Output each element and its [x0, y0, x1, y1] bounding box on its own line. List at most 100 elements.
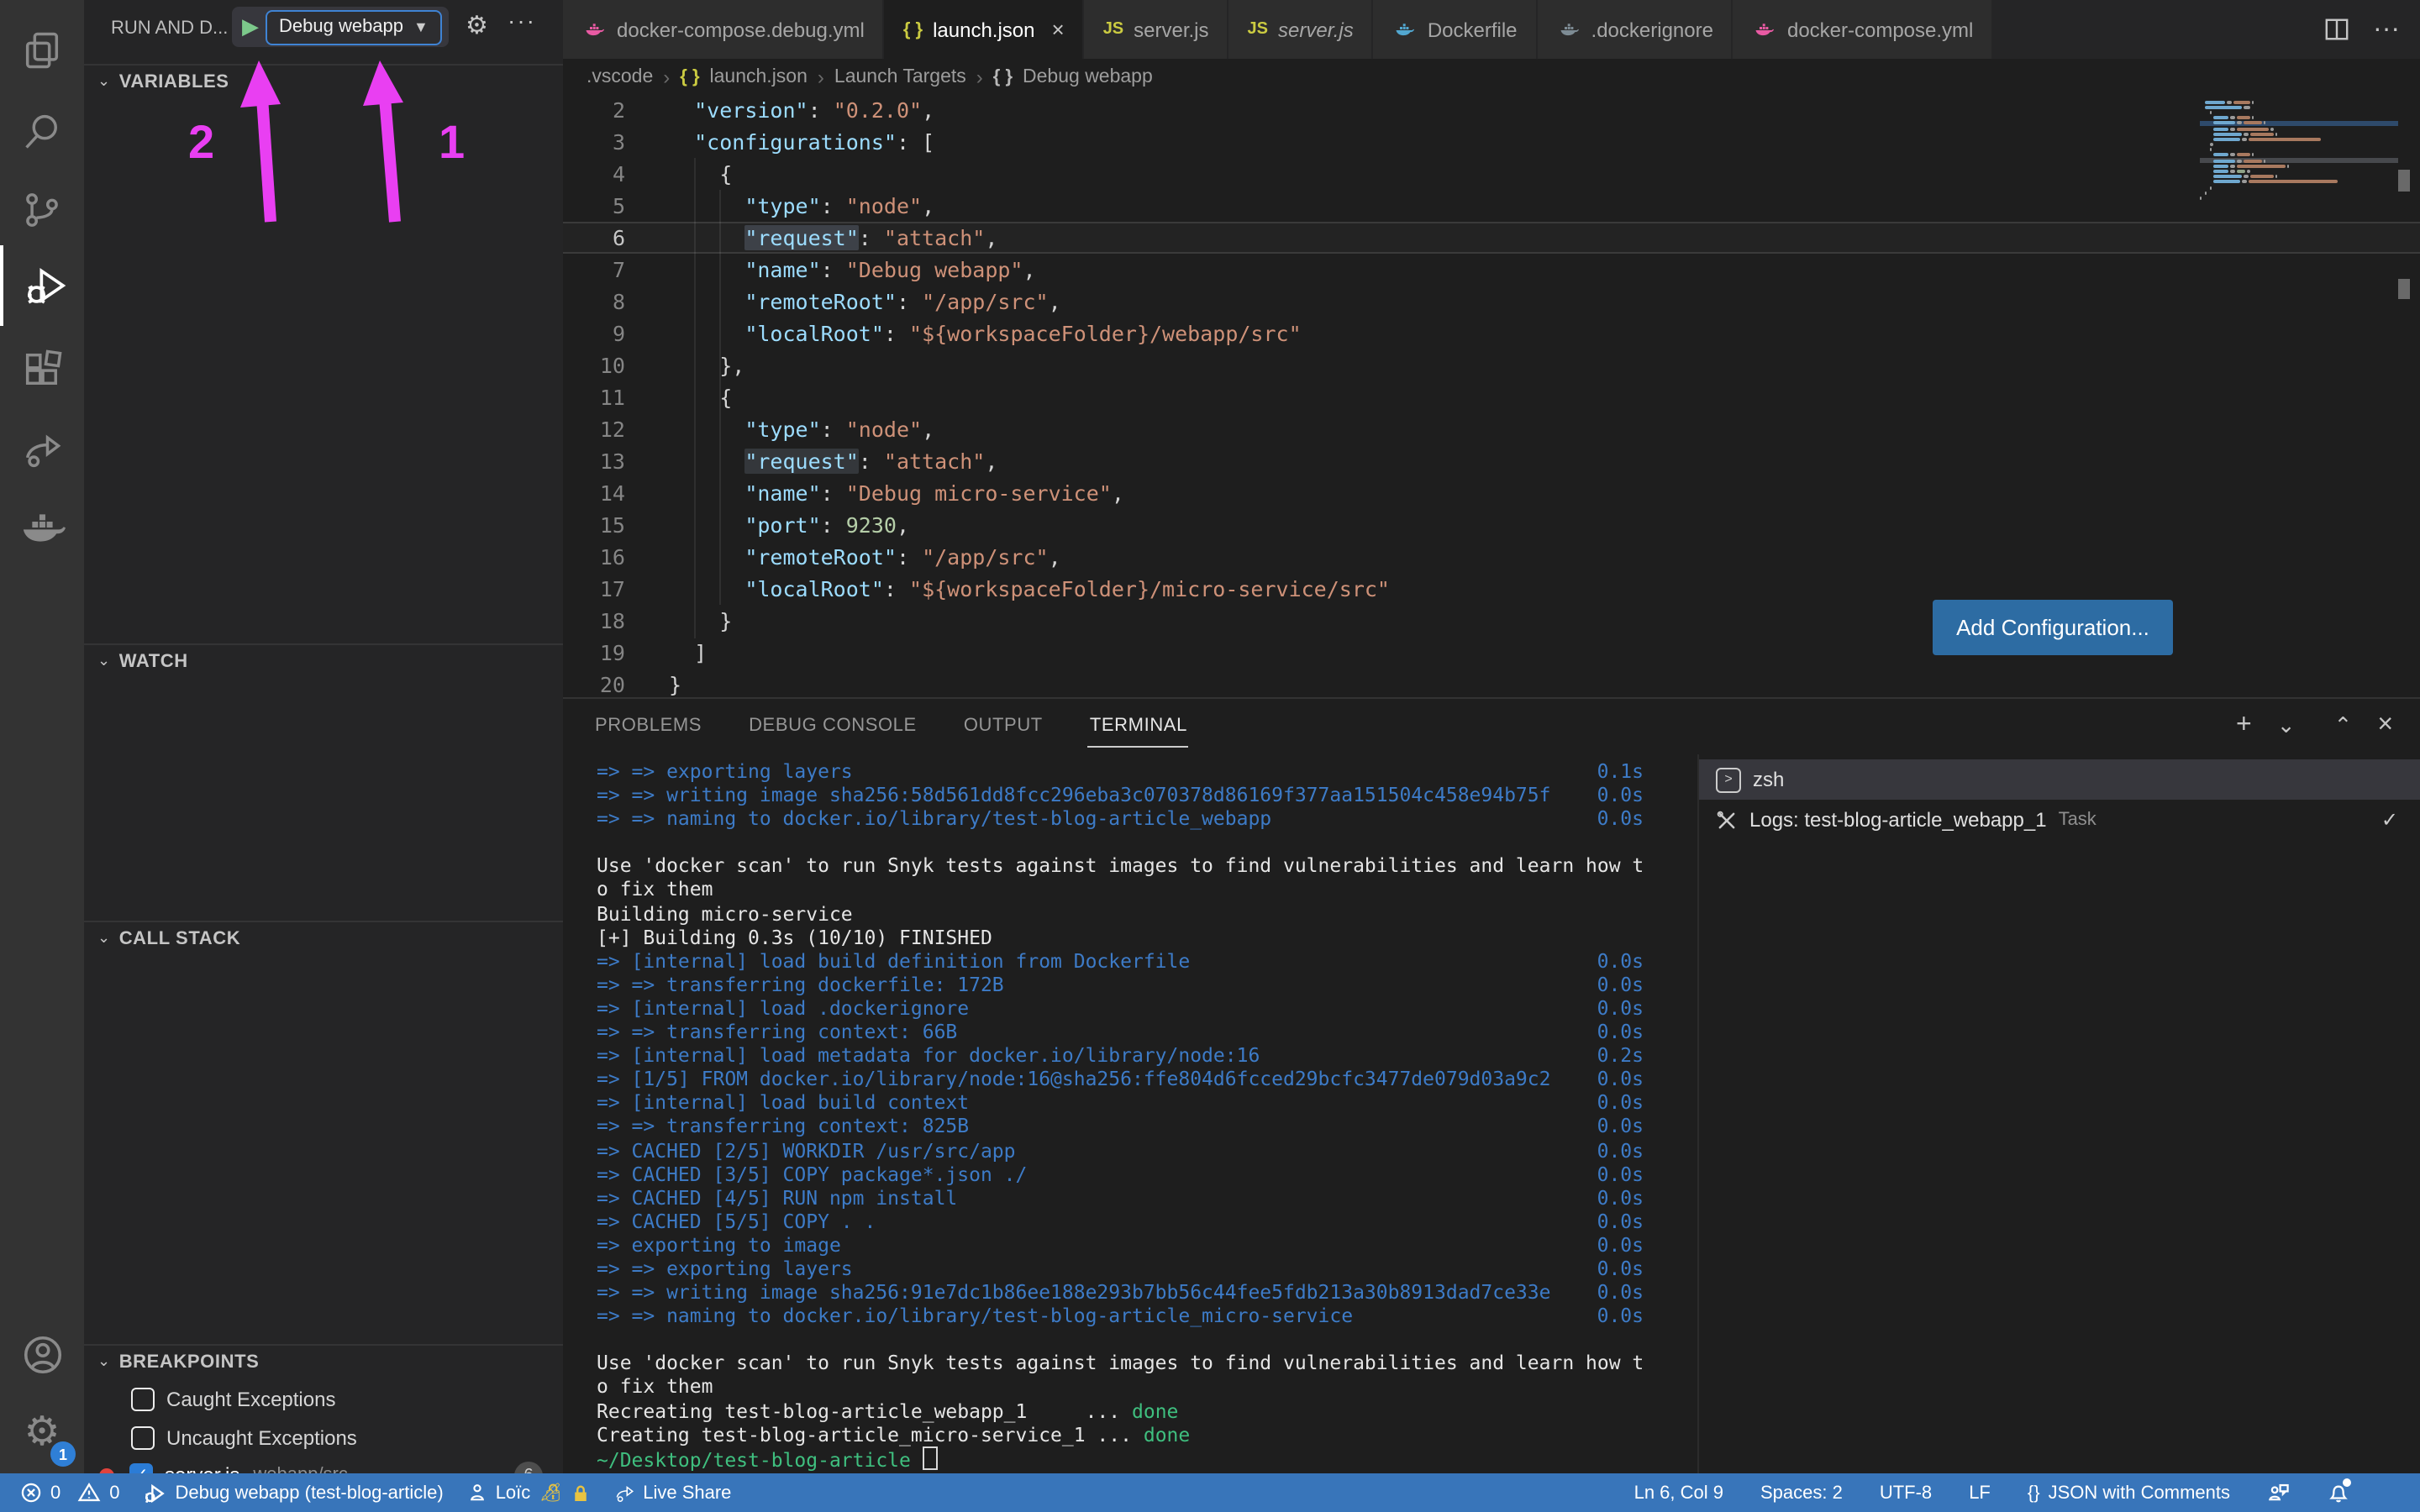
checkbox-unchecked[interactable]: [131, 1426, 155, 1450]
breakpoint-caught-exceptions[interactable]: Caught Exceptions: [84, 1381, 563, 1418]
tab-terminal[interactable]: TERMINAL: [1088, 705, 1189, 747]
settings-gear-icon[interactable]: ⚙ 1: [0, 1393, 84, 1473]
tab-dockerignore[interactable]: .dockerignore: [1538, 0, 1733, 59]
terminal-line: => CACHED [2/5] WORKDIR /usr/src/app0.0s: [597, 1138, 1697, 1162]
close-panel-icon[interactable]: ×: [2377, 711, 2393, 741]
section-call-stack[interactable]: ⌄ CALL STACK: [84, 921, 563, 954]
breakpoint-uncaught-exceptions[interactable]: Uncaught Exceptions: [84, 1420, 563, 1457]
explorer-icon[interactable]: [0, 10, 84, 91]
cursor-position[interactable]: Ln 6, Col 9: [1634, 1483, 1723, 1503]
code-line: 15 "port": 9230,: [563, 509, 2420, 541]
new-terminal-icon[interactable]: +: [2236, 711, 2252, 741]
tab-docker-compose-debug-yml[interactable]: docker-compose.debug.yml: [563, 0, 885, 59]
tab-debug-console[interactable]: DEBUG CONSOLE: [747, 706, 918, 746]
checkbox-unchecked[interactable]: [131, 1388, 155, 1411]
debug-settings-gear-icon[interactable]: ⚙: [466, 13, 488, 39]
debug-configuration-dropdown[interactable]: Debug webapp ▼: [266, 9, 442, 45]
tab-launch-json[interactable]: { } launch.json ×: [885, 0, 1085, 59]
terminal-line: => [internal] load metadata for docker.i…: [597, 1043, 1697, 1067]
json-icon: { }: [903, 19, 923, 39]
accounts-icon[interactable]: [0, 1314, 84, 1394]
terminal-line: => => writing image sha256:91e7dc1b86ee1…: [597, 1280, 1697, 1304]
terminal-icon: >: [1716, 767, 1741, 792]
encoding-setting[interactable]: UTF-8: [1880, 1483, 1932, 1503]
more-actions-icon[interactable]: ···: [2373, 14, 2400, 45]
panel-tab-bar: PROBLEMS DEBUG CONSOLE OUTPUT TERMINAL +…: [563, 699, 2420, 753]
code-line: 5 "type": "node",: [563, 190, 2420, 222]
language-mode[interactable]: {} JSON with Comments: [2028, 1483, 2230, 1503]
overview-ruler-match: [2398, 279, 2410, 299]
line-number: 12: [563, 413, 625, 445]
tab-dockerfile[interactable]: Dockerfile: [1374, 0, 1538, 59]
terminal-output[interactable]: => => exporting layers0.1s=> => writing …: [597, 759, 1697, 1472]
search-icon[interactable]: [0, 91, 84, 171]
feedback-icon[interactable]: [2267, 1482, 2291, 1504]
check-icon: ✓: [2381, 808, 2398, 832]
terminal-line: => [internal] load build definition from…: [597, 949, 1697, 973]
chevron-down-icon: ⌄: [97, 72, 111, 91]
person-icon: [467, 1482, 487, 1504]
add-configuration-button[interactable]: Add Configuration...: [1933, 600, 2173, 655]
tab-docker-compose-yml[interactable]: docker-compose.yml: [1733, 0, 1993, 59]
live-share-status[interactable]: Live Share: [613, 1482, 731, 1504]
terminal-dropdown-icon[interactable]: ⌄: [2277, 712, 2296, 739]
start-debugging-icon[interactable]: ▶: [242, 13, 259, 40]
line-number: 20: [563, 669, 625, 701]
section-watch[interactable]: ⌄ WATCH: [84, 643, 563, 677]
user-status[interactable]: Loïc 🔏︎: [467, 1482, 590, 1504]
split-editor-icon[interactable]: [2324, 17, 2349, 42]
braces-icon: {}: [2028, 1483, 2040, 1503]
source-control-icon[interactable]: [0, 170, 84, 250]
line-number: 18: [563, 605, 625, 637]
chevron-down-icon: ▼: [413, 18, 429, 35]
terminal-line: => CACHED [5/5] COPY . .0.0s: [597, 1210, 1697, 1233]
terminal-line: => => naming to docker.io/library/test-b…: [597, 1304, 1697, 1327]
extensions-icon[interactable]: [0, 329, 84, 410]
lock-icon: [571, 1483, 589, 1503]
line-number: 11: [563, 381, 625, 413]
tab-server-js-preview[interactable]: JS server.js: [1229, 0, 1374, 59]
problems-status[interactable]: 0 0: [20, 1482, 120, 1504]
code-line: 3 "configurations": [: [563, 126, 2420, 158]
run-and-debug-icon[interactable]: [0, 245, 87, 326]
notification-dot: [2343, 1478, 2351, 1487]
line-number: 2: [563, 94, 625, 126]
terminal-line: Recreating test-blog-article_webapp_1 ..…: [597, 1399, 1697, 1422]
terminal-line: => CACHED [3/5] COPY package*.json ./0.0…: [597, 1162, 1697, 1185]
checkbox-checked[interactable]: ✓: [129, 1463, 153, 1473]
terminal-line: => [1/5] FROM docker.io/library/node:16@…: [597, 1067, 1697, 1090]
eol-setting[interactable]: LF: [1969, 1483, 1991, 1503]
section-variables[interactable]: ⌄ VARIABLES: [84, 64, 563, 97]
code-line: 13 "request": "attach",: [563, 445, 2420, 477]
line-number: 19: [563, 637, 625, 669]
indentation-setting[interactable]: Spaces: 2: [1760, 1483, 1843, 1503]
more-actions-icon[interactable]: ···: [508, 7, 536, 34]
live-share-icon[interactable]: [0, 408, 84, 489]
docker-icon: [1556, 19, 1581, 39]
line-number: 8: [563, 286, 625, 318]
minimap[interactable]: [2200, 99, 2398, 452]
terminal-line: [597, 831, 1697, 854]
maximize-panel-icon[interactable]: ⌃: [2334, 712, 2353, 739]
debug-status[interactable]: Debug webapp (test-blog-article): [144, 1481, 444, 1504]
docker-icon[interactable]: [0, 487, 84, 568]
terminal-line: => => transferring context: 66B0.0s: [597, 1020, 1697, 1043]
section-breakpoints[interactable]: ⌄ BREAKPOINTS: [84, 1344, 563, 1378]
tab-output[interactable]: OUTPUT: [962, 706, 1044, 746]
notifications-bell-icon[interactable]: [2328, 1482, 2349, 1504]
terminal-line: => exporting to image0.0s: [597, 1233, 1697, 1257]
tab-problems[interactable]: PROBLEMS: [593, 706, 703, 746]
terminal-list-item-zsh[interactable]: > zsh: [1699, 759, 2420, 800]
line-number: 16: [563, 541, 625, 573]
breakpoint-server-js[interactable]: ✓ server.js webapp/src 6: [84, 1457, 563, 1473]
close-icon[interactable]: ×: [1052, 17, 1065, 42]
terminal-list-item-logs-task[interactable]: Logs: test-blog-article_webapp_1 Task ✓: [1699, 800, 2420, 840]
line-number: 17: [563, 573, 625, 605]
tab-server-js[interactable]: JS server.js: [1085, 0, 1229, 59]
task-label: Task: [2059, 810, 2096, 830]
terminal-line: [+] Building 0.3s (10/10) FINISHED: [597, 925, 1697, 948]
terminal-list: > zsh Logs: test-blog-article_webapp_1 T…: [1697, 754, 2420, 1475]
terminal-line: Building micro-service: [597, 901, 1697, 925]
terminal-line: o fix them: [597, 878, 1697, 901]
breadcrumb[interactable]: .vscode › { } launch.json › Launch Targe…: [563, 59, 2420, 94]
